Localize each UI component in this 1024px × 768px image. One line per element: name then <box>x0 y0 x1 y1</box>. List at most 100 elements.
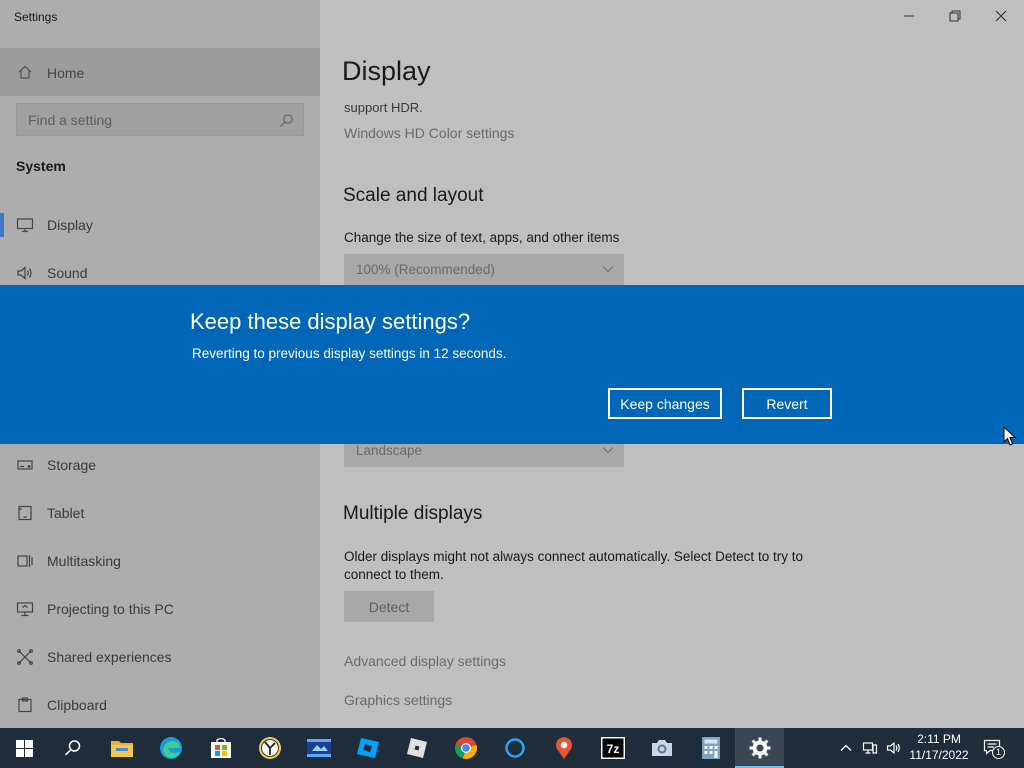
taskbar-edge[interactable] <box>146 728 195 768</box>
chevron-up-icon[interactable] <box>838 740 854 756</box>
start-icon <box>16 739 33 757</box>
projecting-icon <box>16 602 34 617</box>
windows-hd-color-settings-link[interactable]: Windows HD Color settings <box>344 125 514 141</box>
window-title: Settings <box>14 10 58 24</box>
sidebar-item-display[interactable]: Display <box>0 205 320 245</box>
roblox-icon <box>406 738 427 758</box>
sidebar-item-label: Storage <box>47 457 97 473</box>
taskbar-roblox-studio[interactable] <box>343 728 392 768</box>
scale-layout-title: Scale and layout <box>343 185 484 206</box>
scale-dropdown-value: 100% (Recommended) <box>356 262 495 277</box>
sidebar-item-label: Sound <box>47 265 88 281</box>
taskbar-clock[interactable]: 2:11 PM 11/17/2022 <box>902 731 976 763</box>
search-icon <box>279 114 293 128</box>
volume-icon[interactable] <box>886 740 902 756</box>
edge-icon <box>159 737 182 759</box>
clock-app-icon <box>258 737 281 759</box>
home-label: Home <box>47 65 85 81</box>
detect-button[interactable]: Detect <box>344 591 434 622</box>
sidebar-item-clipboard[interactable]: Clipboard <box>0 685 320 725</box>
dialog-title: Keep these display settings? <box>190 309 471 334</box>
chevron-down-icon <box>602 266 614 273</box>
minimize-icon <box>904 15 914 17</box>
start-button[interactable] <box>0 728 49 768</box>
page-title: Display <box>342 56 431 86</box>
taskbar-video-editor[interactable] <box>294 728 343 768</box>
home-icon <box>18 65 32 79</box>
sidebar-item-shared-experiences[interactable]: Shared experiences <box>0 637 320 677</box>
taskbar-7zip[interactable]: 7z <box>588 728 637 768</box>
7zip-icon: 7z <box>600 737 625 759</box>
graphics-settings-link[interactable]: Graphics settings <box>344 692 452 708</box>
sidebar-item-tablet[interactable]: Tablet <box>0 493 320 533</box>
revert-button[interactable]: Revert <box>742 388 832 419</box>
sidebar-item-projecting[interactable]: Projecting to this PC <box>0 589 320 629</box>
taskbar: 7z 2:11 PM 11/17/2022 1 <box>0 728 1024 768</box>
orientation-dropdown-value: Landscape <box>356 443 423 458</box>
active-indicator <box>0 213 4 237</box>
7zip-label: 7z <box>606 742 619 756</box>
chevron-down-icon <box>602 447 614 454</box>
chrome-icon <box>454 737 477 759</box>
clock-time: 2:11 PM <box>917 732 961 746</box>
mouse-cursor-icon <box>1003 426 1017 446</box>
advanced-display-settings-link[interactable]: Advanced display settings <box>344 653 506 669</box>
close-icon <box>995 10 1007 22</box>
close-button[interactable] <box>978 0 1024 32</box>
search-icon <box>64 740 80 756</box>
sidebar-item-label: Projecting to this PC <box>47 601 174 617</box>
search-input[interactable] <box>17 104 303 135</box>
taskbar-roblox[interactable] <box>392 728 441 768</box>
sidebar-item-label: Clipboard <box>47 697 107 713</box>
taskbar-file-explorer[interactable] <box>97 728 146 768</box>
cortana-icon <box>504 738 525 758</box>
restore-icon <box>949 10 961 22</box>
sidebar-item-label: Shared experiences <box>47 649 172 665</box>
roblox-studio-icon <box>356 738 379 758</box>
taskbar-search-button[interactable] <box>48 728 97 768</box>
find-setting-search[interactable] <box>16 103 304 136</box>
taskbar-calculator[interactable] <box>686 728 735 768</box>
notification-count-badge: 1 <box>992 746 1005 759</box>
camera-icon <box>651 740 672 756</box>
dialog-message: Reverting to previous display settings i… <box>192 346 507 361</box>
keep-changes-button[interactable]: Keep changes <box>608 388 722 419</box>
taskbar-clock-app[interactable] <box>245 728 294 768</box>
group-title-system: System <box>16 158 66 174</box>
keep-display-settings-dialog: Keep these display settings? Reverting t… <box>0 285 1024 444</box>
taskbar-store[interactable] <box>196 728 245 768</box>
sidebar-item-label: Tablet <box>47 505 85 521</box>
network-icon[interactable] <box>862 740 878 756</box>
calculator-icon <box>701 737 720 759</box>
multitasking-icon <box>17 555 33 567</box>
settings-icon <box>749 737 770 759</box>
sidebar-item-multitasking[interactable]: Multitasking <box>0 541 320 581</box>
sidebar-item-label: Multitasking <box>47 553 121 569</box>
taskbar-settings[interactable] <box>735 728 784 768</box>
file-explorer-icon <box>110 741 133 757</box>
sidebar-item-label: Display <box>47 217 93 233</box>
video-editor-icon <box>306 739 331 757</box>
tablet-icon <box>18 505 32 521</box>
multiple-displays-description: Older displays might not always connect … <box>344 549 803 582</box>
hdr-description: support HDR. <box>344 100 423 115</box>
taskbar-camera[interactable] <box>637 728 686 768</box>
taskbar-chrome[interactable] <box>441 728 490 768</box>
clipboard-icon <box>18 697 32 713</box>
shared-experiences-icon <box>17 649 33 665</box>
restore-button[interactable] <box>932 0 978 32</box>
clock-date: 11/17/2022 <box>909 748 969 762</box>
home-button[interactable]: Home <box>0 48 320 96</box>
maps-icon <box>555 737 572 759</box>
monitor-icon <box>16 218 34 233</box>
taskbar-cortana[interactable] <box>490 728 539 768</box>
scale-dropdown[interactable]: 100% (Recommended) <box>344 254 624 286</box>
storage-icon <box>17 460 33 470</box>
taskbar-maps[interactable] <box>539 728 588 768</box>
store-icon <box>210 737 231 758</box>
minimize-button[interactable] <box>886 0 932 32</box>
scale-label: Change the size of text, apps, and other… <box>344 230 620 245</box>
multiple-displays-title: Multiple displays <box>343 503 483 524</box>
notification-center-button[interactable]: 1 <box>982 737 1006 759</box>
sidebar-item-storage[interactable]: Storage <box>0 445 320 485</box>
